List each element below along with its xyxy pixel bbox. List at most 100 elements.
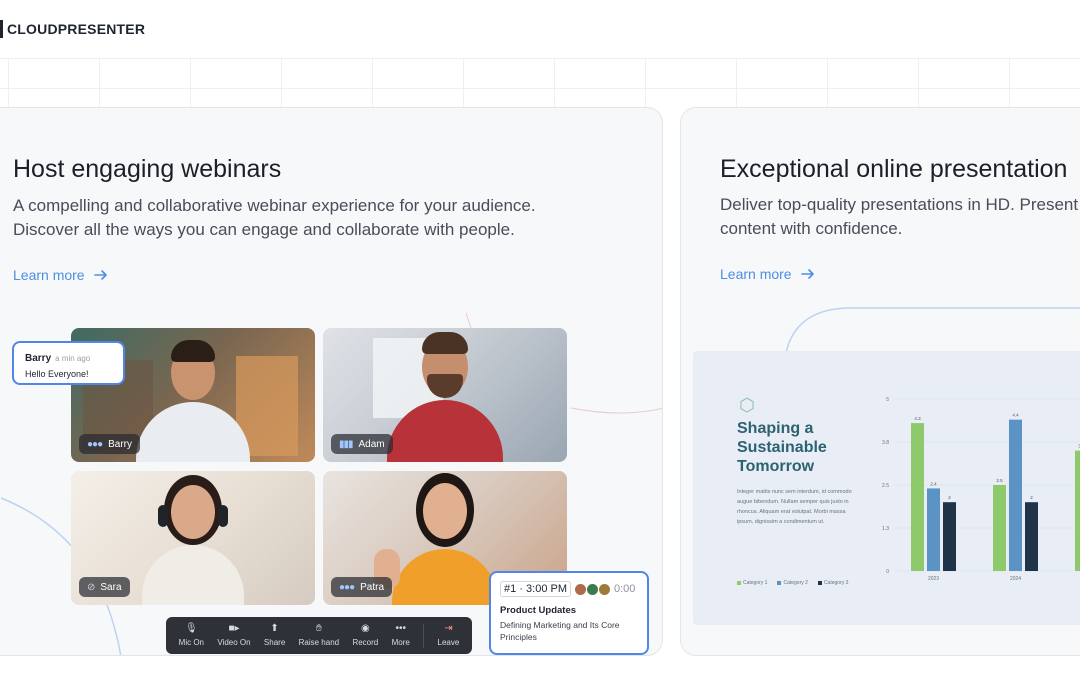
y-tick-label: 1.3 [882, 526, 889, 532]
participant-label: ▮▮▮ Adam [331, 434, 393, 454]
record-label: Record [352, 638, 379, 647]
y-tick-label: 5 [886, 397, 889, 403]
learn-more-label: Learn more [720, 266, 792, 282]
agenda-subtitle: Defining Marketing and Its Core Principl… [500, 620, 620, 642]
chat-sender: Barry [25, 353, 52, 364]
agenda-card[interactable]: #1 · 3:00 PM 0:00 Product Updates Defini… [489, 571, 649, 655]
mic-icon: 🎙︎ [184, 623, 198, 634]
mic-muted-icon: ⊘ [87, 581, 95, 593]
chat-text: Hello Everyone! [25, 369, 89, 379]
learn-more-label: Learn more [13, 267, 85, 283]
bar [993, 485, 1006, 571]
hand-icon: ✋︎ [316, 623, 322, 634]
x-tick-label: 2023 [928, 576, 939, 582]
record-icon: ◉ [360, 623, 370, 634]
x-tick-label: 2024 [1010, 576, 1021, 582]
participant-avatar [375, 328, 515, 462]
bar-data-label: 4.4 [1012, 413, 1019, 418]
agenda-elapsed: 0:00 [614, 583, 636, 595]
more-icon: ••• [395, 623, 406, 634]
participant-name: Sara [100, 581, 122, 593]
bar [1075, 450, 1080, 571]
legend-label: Category 2 [783, 580, 808, 586]
participant-name: Adam [358, 438, 385, 450]
participant-label: ●●● Patra [331, 577, 393, 597]
slide-title-line: Shaping a [737, 420, 814, 437]
bar [1025, 502, 1038, 571]
slide-title-line: Sustainable [737, 439, 827, 456]
legend-label: Category 3 [823, 580, 849, 586]
y-tick-label: 0 [886, 569, 889, 575]
audio-dots-icon: ●●● [339, 581, 355, 593]
y-tick-label: 3.8 [882, 440, 889, 446]
chat-timestamp: a min ago [55, 354, 91, 363]
participant-avatar [128, 471, 258, 605]
video-button[interactable]: ■▸ Video On [217, 623, 251, 648]
bar-data-label: 4.3 [914, 416, 921, 421]
bar [911, 423, 924, 571]
card-description-line2: content with confidence. [720, 219, 903, 238]
card-description-line1: A compelling and collaborative webinar e… [13, 196, 536, 215]
agenda-title: Product Updates [500, 605, 577, 616]
video-label: Video On [217, 638, 251, 647]
site-header: CLOUDPRESENTER [0, 0, 1080, 58]
card-description-line1: Deliver top-quality presentations in HD.… [720, 195, 1079, 214]
raise-hand-button[interactable]: ✋︎ Raise hand [299, 623, 339, 648]
audio-wave-icon: ▮▮▮ [339, 438, 353, 450]
participant-name: Barry [108, 438, 133, 450]
bar [1009, 419, 1022, 571]
mic-label: Mic On [178, 638, 205, 647]
legend-item: Category 3 [817, 580, 849, 586]
slide-body-text: Integer mattis nunc sem interdum, id com… [737, 489, 852, 525]
participant-name: Patra [360, 581, 385, 593]
webinar-card: Host engaging webinars A compelling and … [0, 107, 663, 656]
arrow-right-icon [800, 269, 814, 279]
bar-data-label: 2 [948, 495, 951, 500]
arrow-right-icon [93, 270, 107, 280]
slide-title-line: Tomorrow [737, 458, 815, 475]
bar-data-label: 2 [1030, 495, 1033, 500]
presentation-slide[interactable]: ⬡ Shaping a Sustainable Tomorrow Integer… [693, 351, 1080, 625]
meeting-toolbar: 🎙︎ Mic On ■▸ Video On ⬆ Share ✋︎ Raise h… [166, 617, 472, 654]
participant-avatar [128, 328, 258, 462]
legend-item: Category 1 [737, 580, 767, 586]
more-button[interactable]: ••• More [391, 623, 410, 648]
agenda-time-box: #1 · 3:00 PM [500, 581, 571, 597]
learn-more-link[interactable]: Learn more [13, 267, 109, 283]
grid-background [0, 58, 1080, 108]
bar-data-label: 2.4 [930, 481, 937, 486]
presentation-card: Exceptional online presentation Deliver … [680, 107, 1080, 656]
participant-label: ⊘ Sara [79, 577, 130, 597]
chart-legend: Category 1 Category 2 Category 3 [737, 580, 848, 586]
share-icon: ⬆ [270, 623, 279, 634]
video-tile-sara[interactable]: ⊘ Sara [71, 471, 315, 605]
bar-data-label: 2.5 [996, 478, 1003, 483]
record-button[interactable]: ◉ Record [352, 623, 379, 648]
share-button[interactable]: ⬆ Share [263, 623, 286, 648]
agenda-index: #1 · [504, 583, 523, 595]
attendee-avatars [575, 583, 610, 595]
video-icon: ■▸ [228, 623, 240, 634]
agenda-time: 3:00 PM [526, 583, 567, 595]
learn-more-link[interactable]: Learn more [720, 266, 816, 282]
y-tick-label: 2.5 [882, 483, 889, 489]
legend-item: Category 2 [777, 580, 808, 586]
logo-mark [0, 20, 3, 38]
bar [943, 502, 956, 571]
logo[interactable]: CLOUDPRESENTER [7, 21, 145, 37]
bar-chart: 01.32.53.854.32.4220232.54.4220243.5 [882, 397, 1080, 582]
card-description-line2: Discover all the ways you can engage and… [13, 220, 515, 239]
more-label: More [391, 638, 410, 647]
audio-dots-icon: ●●● [87, 438, 103, 450]
leave-label: Leave [437, 638, 460, 647]
share-label: Share [263, 638, 286, 647]
video-tile-adam[interactable]: ▮▮▮ Adam [323, 328, 567, 462]
leave-icon: ⇥ [444, 623, 453, 634]
toolbar-divider [423, 623, 425, 648]
hexagon-logo-icon: ⬡ [739, 395, 755, 415]
leave-button[interactable]: ⇥ Leave [437, 623, 460, 648]
legend-label: Category 1 [743, 580, 768, 586]
chat-message-bubble: Barry a min ago Hello Everyone! [12, 341, 125, 385]
mic-button[interactable]: 🎙︎ Mic On [178, 623, 205, 648]
slide-title: Shaping a Sustainable Tomorrow [737, 419, 827, 476]
